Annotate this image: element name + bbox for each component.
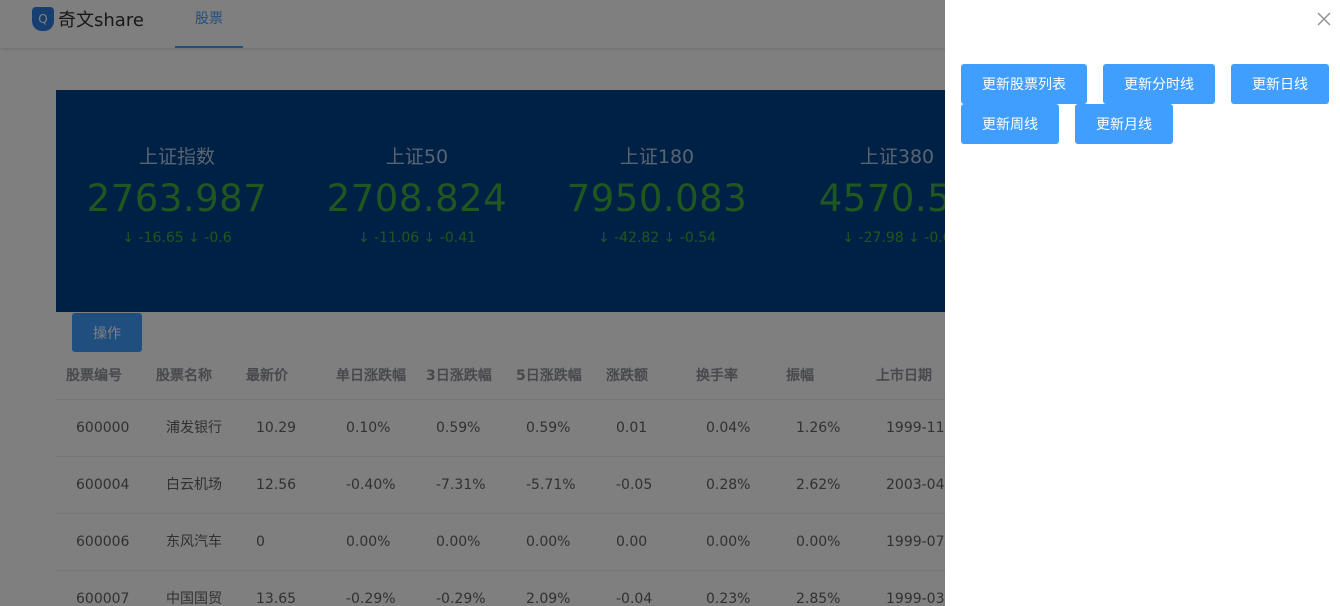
overlay-mask[interactable] (0, 0, 945, 606)
update-drawer: 更新股票列表 更新分时线 更新日线 更新周线 更新月线 (945, 0, 1340, 606)
update-intraday-button[interactable]: 更新分时线 (1103, 64, 1215, 104)
update-monthly-button[interactable]: 更新月线 (1075, 104, 1173, 144)
update-weekly-button[interactable]: 更新周线 (961, 104, 1059, 144)
close-icon[interactable] (1315, 10, 1333, 28)
update-daily-button[interactable]: 更新日线 (1231, 64, 1329, 104)
update-stock-list-button[interactable]: 更新股票列表 (961, 64, 1087, 104)
